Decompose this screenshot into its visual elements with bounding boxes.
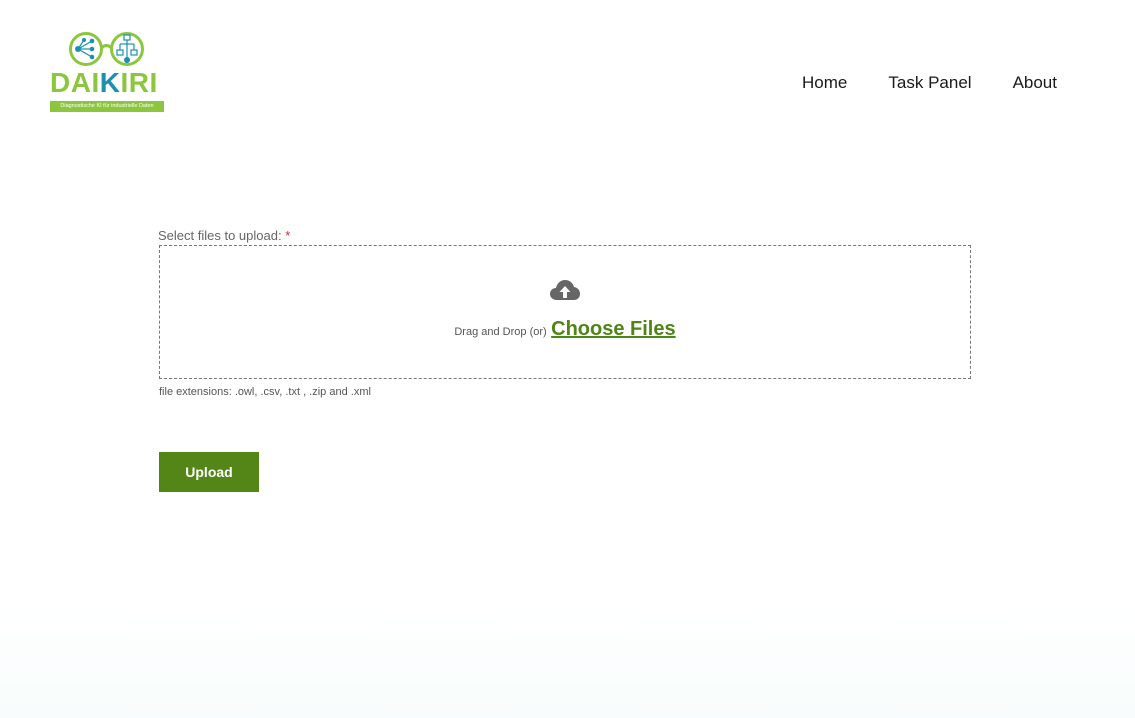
upload-button[interactable]: Upload [159, 452, 259, 492]
logo-wordmark-part-a: DAI [50, 67, 100, 98]
cloud-upload-icon [550, 280, 580, 300]
logo-wordmark-part-b: K [99, 67, 121, 98]
logo-tagline: Diagnostische KI für industrielle Daten [50, 101, 164, 112]
glasses-network-logo-icon [69, 32, 144, 66]
choose-files-link[interactable]: Choose Files [551, 318, 675, 340]
logo-wordmark-part-c: IRI [120, 67, 158, 98]
drag-drop-text: Drag and Drop (or) [454, 326, 547, 338]
nav-task-panel-link[interactable]: Task Panel [888, 73, 971, 93]
file-upload-label-text: Select files to upload: [158, 228, 282, 243]
nav-home-link[interactable]: Home [802, 73, 847, 93]
required-asterisk: * [285, 228, 291, 243]
main-nav: Home Task Panel About [802, 73, 1057, 93]
file-dropzone[interactable]: Drag and Drop (or) Choose Files [159, 245, 971, 379]
file-extensions-hint: file extensions: .owl, .csv, .txt , .zip… [159, 386, 371, 398]
daikiri-logo[interactable]: DAIKIRI Diagnostische KI für industriell… [48, 30, 166, 114]
logo-wordmark: DAIKIRI [50, 68, 158, 98]
nav-about-link[interactable]: About [1013, 73, 1057, 93]
file-upload-label: Select files to upload: * [158, 228, 290, 243]
dropzone-instructions: Drag and Drop (or) Choose Files [160, 318, 970, 341]
